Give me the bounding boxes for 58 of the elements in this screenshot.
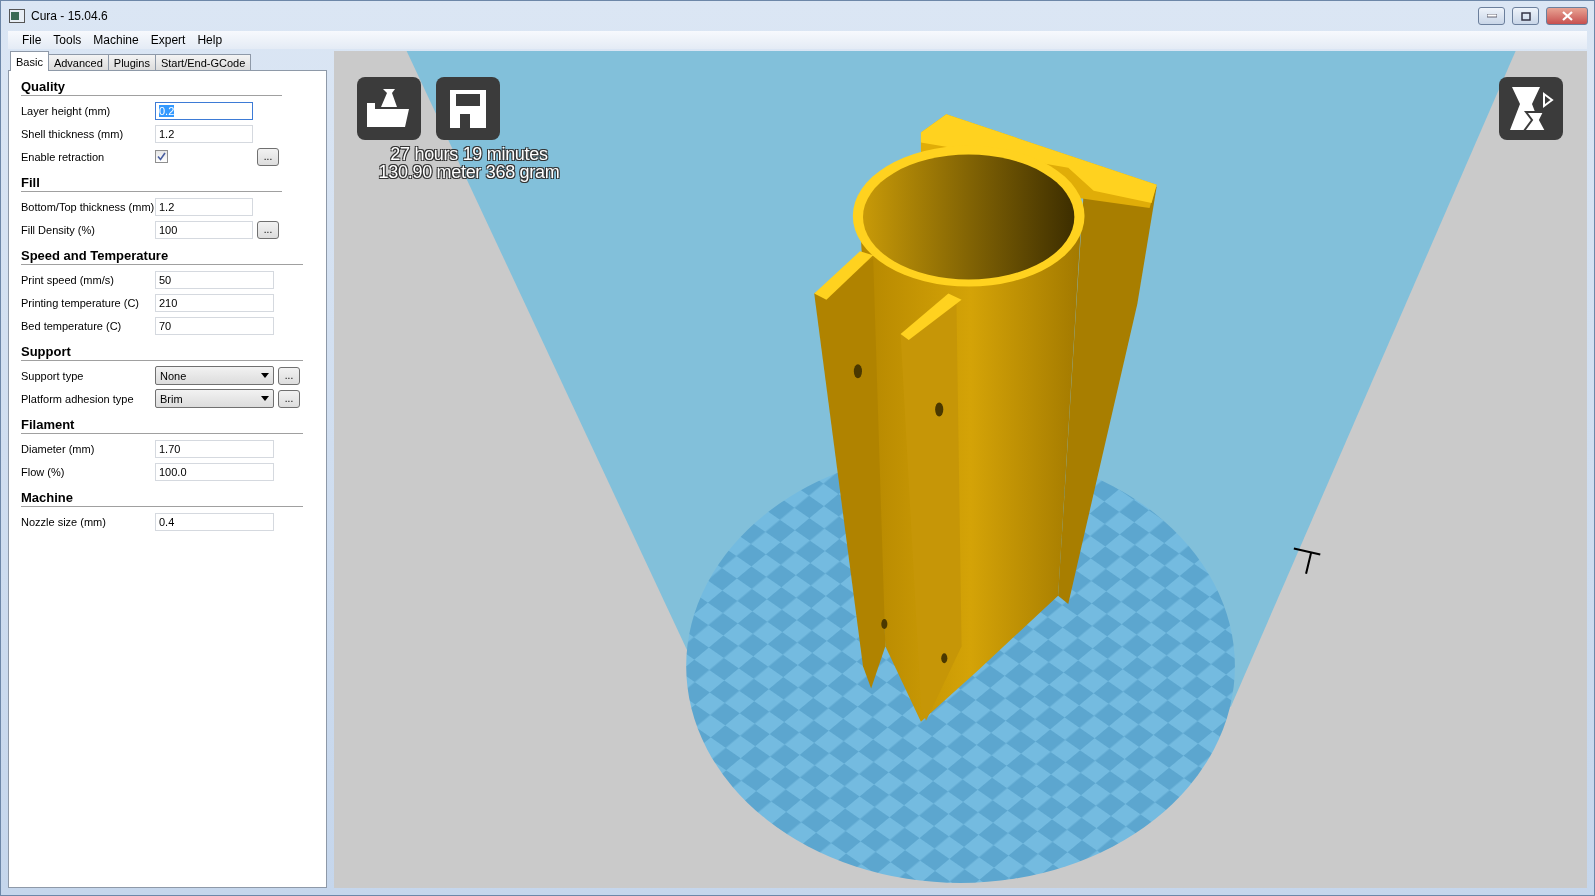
setting-label: Shell thickness (mm) — [21, 127, 125, 140]
setting-label: Fill Density (%) — [21, 223, 96, 236]
more-options-button[interactable]: ... — [257, 147, 279, 166]
close-button[interactable] — [1546, 7, 1588, 25]
setting-label: Diameter (mm) — [21, 442, 96, 455]
setting-label: Flow (%) — [21, 465, 66, 478]
setting-label: Support type — [21, 369, 85, 382]
text-field[interactable]: 70 — [155, 316, 274, 335]
section-heading: Support — [21, 344, 303, 361]
setting-label: Nozzle size (mm) — [21, 515, 107, 528]
setting-label: Bottom/Top thickness (mm) — [21, 200, 155, 213]
minimize-button[interactable] — [1478, 7, 1505, 25]
minimize-icon — [1486, 14, 1497, 18]
text-field[interactable]: 100.0 — [155, 462, 274, 481]
load-model-button[interactable] — [357, 77, 421, 140]
restore-icon — [1520, 11, 1531, 21]
setting-label: Layer height (mm) — [21, 104, 112, 117]
text-field[interactable]: 100 — [155, 220, 253, 239]
tab[interactable]: Basic — [10, 51, 49, 71]
axis-marker-icon — [1292, 547, 1322, 575]
view-mode-button[interactable] — [1499, 77, 1563, 140]
setting-label: Print speed (mm/s) — [21, 273, 115, 286]
menu-item[interactable]: Help — [191, 33, 229, 47]
caret-icon — [261, 396, 269, 401]
section-heading: Fill — [21, 175, 282, 192]
more-options-button[interactable]: ... — [278, 389, 300, 408]
checkbox[interactable] — [155, 150, 168, 163]
tab[interactable]: Plugins — [107, 54, 156, 71]
menu-item[interactable]: Machine — [87, 33, 145, 47]
tab[interactable]: Start/End-GCode — [154, 54, 252, 71]
app-icon — [9, 9, 25, 23]
section-heading: Filament — [21, 417, 303, 434]
menu-item[interactable]: Tools — [47, 33, 88, 47]
setting-label: Platform adhesion type — [21, 392, 135, 405]
tab[interactable]: Advanced — [47, 54, 109, 71]
section-heading: Machine — [21, 490, 303, 507]
text-field[interactable]: 50 — [155, 270, 274, 289]
text-field[interactable]: 1.2 — [155, 124, 253, 143]
setting-label: Printing temperature (C) — [21, 296, 140, 309]
more-options-button[interactable]: ... — [257, 220, 279, 239]
menu-item[interactable]: Expert — [144, 33, 192, 47]
text-field[interactable]: 1.70 — [155, 439, 274, 458]
dropdown[interactable]: None — [155, 366, 274, 385]
setting-label: Bed temperature (C) — [21, 319, 123, 332]
save-button[interactable] — [436, 77, 500, 140]
caret-icon — [261, 373, 269, 378]
maximize-button[interactable] — [1512, 7, 1539, 25]
more-options-button[interactable]: ... — [278, 366, 300, 385]
text-field[interactable]: 210 — [155, 293, 274, 312]
text-field[interactable]: 0.4 — [155, 512, 274, 531]
section-heading: Speed and Temperature — [21, 248, 303, 265]
setting-label: Enable retraction — [21, 150, 106, 163]
window-title: Cura - 15.04.6 — [31, 9, 108, 23]
menu-item[interactable]: File — [16, 33, 48, 47]
section-heading: Quality — [21, 79, 282, 96]
text-field[interactable]: 1.2 — [155, 197, 253, 216]
close-icon — [1561, 11, 1573, 21]
dropdown[interactable]: Brim — [155, 389, 274, 408]
